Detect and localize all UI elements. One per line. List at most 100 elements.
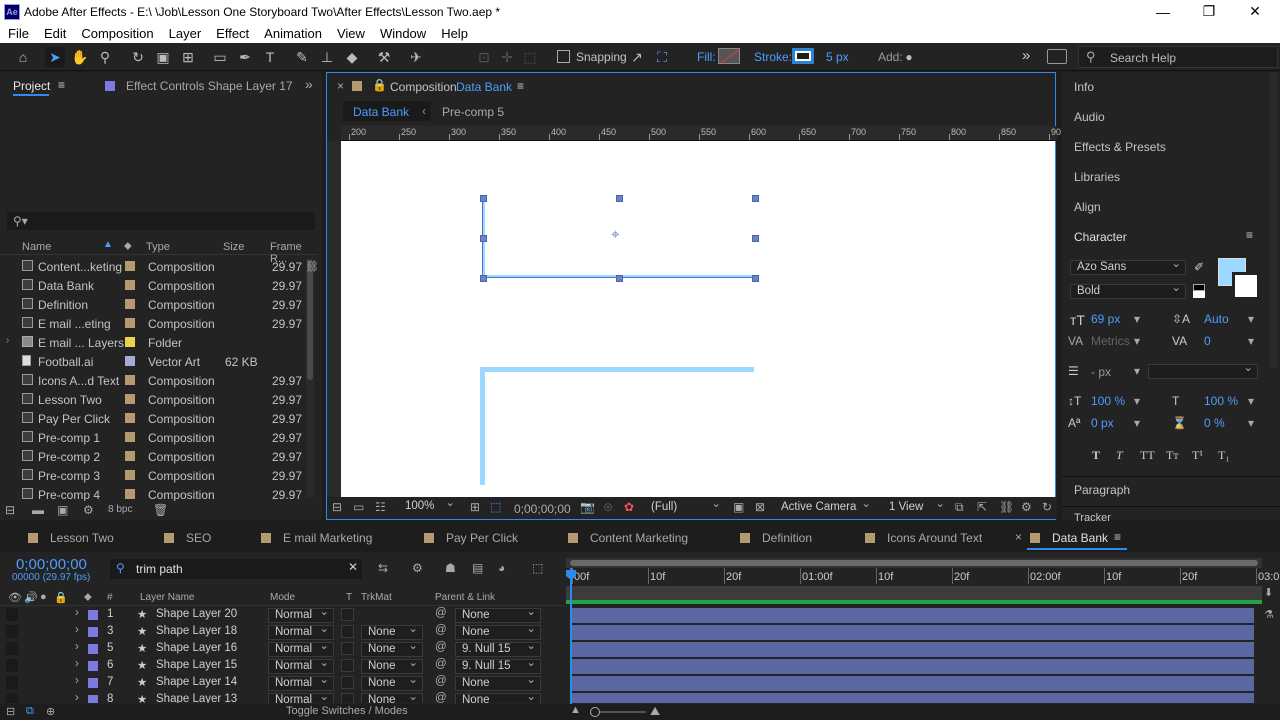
trkmat-dropdown[interactable]: None	[361, 657, 423, 674]
playhead[interactable]	[570, 568, 572, 704]
snapping-checkbox[interactable]	[557, 50, 570, 63]
timeline-tab[interactable]: Icons Around Text	[865, 531, 982, 545]
horizontal-scale-arrow-icon[interactable]: ▾	[1248, 394, 1254, 408]
timeline-link-icon[interactable]: ⚙	[1021, 500, 1032, 514]
layer-name[interactable]: Shape Layer 18	[156, 625, 237, 637]
transform-handle-br[interactable]	[752, 275, 759, 282]
faux-italic-button[interactable]: T	[1116, 448, 1123, 463]
anchor-point-icon[interactable]: ⌖	[611, 226, 619, 243]
project-item[interactable]: Lesson Two Composition 29.97	[0, 390, 318, 409]
label-swatch[interactable]	[125, 451, 135, 461]
blend-mode-dropdown[interactable]: Normal	[268, 657, 334, 674]
expand-arrow-icon[interactable]: ›	[75, 675, 79, 687]
stroke-swatch[interactable]	[792, 48, 814, 64]
expand-arrow-icon[interactable]: ›	[75, 641, 79, 653]
blend-mode-dropdown[interactable]: Normal	[268, 674, 334, 691]
draft-3d-icon[interactable]: ⚙	[412, 561, 423, 575]
comp-button-icon[interactable]: ⬇	[1264, 586, 1273, 599]
align-panel-tab[interactable]: Align	[1074, 200, 1101, 214]
parent-dropdown[interactable]: 9. Null 15	[455, 657, 541, 674]
preserve-transparency-checkbox[interactable]	[341, 608, 354, 621]
parent-dropdown[interactable]: None	[455, 607, 541, 623]
toggle-pixel-icon[interactable]: ⧉	[955, 500, 964, 515]
axis-world-icon[interactable]: ✛	[497, 47, 517, 67]
label-swatch[interactable]	[125, 356, 135, 366]
project-item[interactable]: Content...keting Composition 29.97	[0, 257, 318, 276]
workspace-icon[interactable]	[1047, 49, 1067, 64]
menu-layer[interactable]: Layer	[161, 26, 209, 41]
font-size-value[interactable]: 69 px	[1091, 312, 1120, 326]
region-icon[interactable]: ⬚	[490, 500, 501, 514]
camera-dropdown[interactable]: Active Camera	[775, 498, 875, 516]
layer-row[interactable]: › 5 ★ Shape Layer 16 Normal None @9. Null 15	[0, 640, 565, 658]
clear-search-icon[interactable]: ✕	[348, 560, 358, 574]
menu-edit[interactable]: Edit	[36, 26, 73, 41]
all-caps-button[interactable]: TT	[1140, 448, 1155, 463]
zoom-dropdown[interactable]: 100%	[399, 497, 459, 515]
label-swatch[interactable]	[125, 261, 135, 271]
visibility-toggle[interactable]	[6, 676, 18, 689]
col-name[interactable]: Name	[22, 241, 51, 253]
camera-tool-icon[interactable]: ▣	[153, 47, 173, 67]
project-item[interactable]: Pre-comp 1 Composition 29.97	[0, 428, 318, 447]
new-composition-icon[interactable]: ▣	[57, 503, 68, 517]
preserve-transparency-checkbox[interactable]	[341, 625, 354, 638]
rotate-tool-icon[interactable]: ↻	[128, 47, 148, 67]
timeline-tab[interactable]: SEO	[164, 531, 211, 545]
visibility-toggle[interactable]	[6, 625, 18, 638]
rectangle-tool-icon[interactable]: ▭	[210, 47, 230, 67]
label-swatch[interactable]	[125, 489, 135, 499]
layer-duration-bar[interactable]	[570, 625, 1254, 640]
snapshot-icon[interactable]: 📷	[580, 500, 595, 514]
menu-view[interactable]: View	[329, 26, 372, 41]
puppet-tool-icon[interactable]: ✈	[406, 47, 426, 67]
lock-icon[interactable]: 🔒	[372, 78, 387, 92]
monitor-icon[interactable]: ▭	[353, 500, 364, 514]
layer-name[interactable]: Shape Layer 15	[156, 659, 237, 671]
layer-name[interactable]: Shape Layer 16	[156, 642, 237, 654]
pick-whip-icon[interactable]: @	[435, 675, 447, 687]
in-out-icon[interactable]: ⊕	[46, 705, 55, 718]
pick-whip-icon[interactable]: @	[435, 607, 447, 619]
snap-features-icon[interactable]: ⛶	[652, 47, 672, 67]
pick-whip-icon[interactable]: @	[435, 641, 447, 653]
timeline-tab[interactable]: Lesson Two	[28, 531, 114, 545]
comp-timecode[interactable]: 0;00;00;00	[514, 502, 571, 516]
layer-name[interactable]: Shape Layer 14	[156, 676, 237, 688]
libraries-panel-tab[interactable]: Libraries	[1074, 170, 1120, 184]
pen-tool-icon[interactable]: ✒	[235, 47, 255, 67]
label-swatch[interactable]	[125, 432, 135, 442]
baseline-shift-arrow-icon[interactable]: ▾	[1134, 416, 1140, 430]
visibility-toggle[interactable]	[6, 642, 18, 655]
project-item[interactable]: Definition Composition 29.97	[0, 295, 318, 314]
motion-blur-icon[interactable]: ◕	[498, 561, 505, 575]
pick-whip-icon[interactable]: @	[435, 658, 447, 670]
project-settings-icon[interactable]: ⚙	[83, 503, 94, 517]
font-family-dropdown[interactable]: Azo Sans	[1070, 258, 1186, 275]
minimize-button[interactable]: —	[1140, 0, 1186, 23]
toggle-switches-modes[interactable]: Toggle Switches / Modes	[286, 705, 408, 717]
current-time[interactable]: 0;00;00;00	[16, 556, 87, 573]
faux-bold-button[interactable]: T	[1092, 448, 1100, 463]
paragraph-panel-tab[interactable]: Paragraph	[1074, 483, 1130, 497]
baseline-shift-value[interactable]: 0 px	[1091, 416, 1114, 430]
stroke-width-arrow-icon[interactable]: ▾	[1134, 364, 1140, 378]
project-item[interactable]: Pre-comp 3 Composition 29.97	[0, 466, 318, 485]
brush-tool-icon[interactable]: ✎	[292, 47, 312, 67]
more-workspaces-button[interactable]: »	[1022, 47, 1030, 64]
preserve-transparency-checkbox[interactable]	[341, 693, 354, 703]
axis-view-icon[interactable]: ⬚	[520, 47, 540, 67]
time-ruler[interactable]: 00f 10f 20f 01:00f 10f 20f 02:00f 10f 20f 03:0	[566, 568, 1279, 586]
layer-duration-bar[interactable]	[570, 659, 1254, 674]
label-swatch[interactable]	[125, 280, 135, 290]
selection-tool-icon[interactable]: ➤	[45, 47, 65, 67]
character-panel-title[interactable]: Character	[1074, 230, 1127, 244]
trkmat-dropdown[interactable]: None	[361, 640, 423, 657]
col-layer-name[interactable]: Layer Name	[140, 592, 194, 603]
preserve-transparency-checkbox[interactable]	[341, 659, 354, 672]
superscript-button[interactable]: T¹	[1192, 448, 1203, 463]
project-item[interactable]: Data Bank Composition 29.97	[0, 276, 318, 295]
tracking-value[interactable]: 0	[1204, 334, 1211, 348]
subscript-button[interactable]: T₁	[1218, 448, 1230, 463]
effects-presets-panel-tab[interactable]: Effects & Presets	[1074, 140, 1166, 154]
